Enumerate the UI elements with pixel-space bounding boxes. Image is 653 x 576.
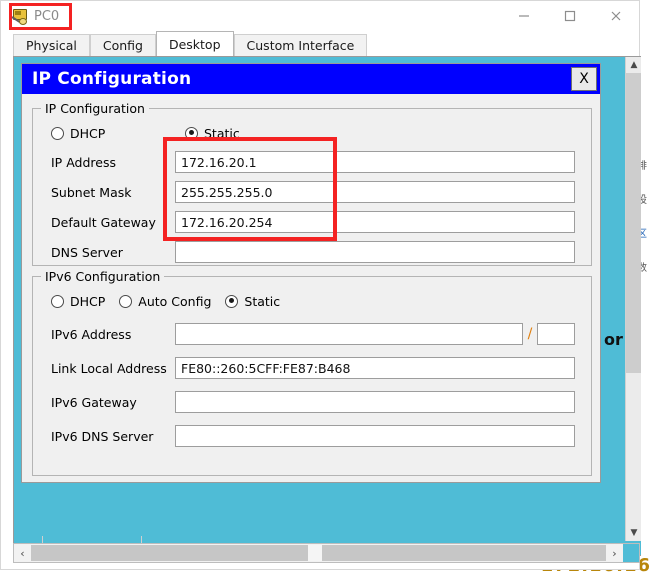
tab-label: Physical (26, 38, 77, 53)
ipv6-gateway-label: IPv6 Gateway (33, 395, 175, 410)
tab-label: Desktop (169, 37, 221, 52)
radio-label: Static (244, 294, 280, 309)
scroll-left-icon[interactable]: ‹ (14, 544, 31, 562)
ipv6-address-input[interactable] (175, 323, 523, 345)
ipv6-group-legend: IPv6 Configuration (41, 269, 164, 284)
scrollbar-thumb[interactable] (626, 73, 641, 373)
radio-label: DHCP (70, 126, 105, 141)
ipv6-address-label: IPv6 Address (33, 327, 175, 342)
ipv4-radio-static[interactable]: Static (185, 126, 240, 141)
link-local-address-label: Link Local Address (33, 361, 175, 376)
desktop-vertical-scrollbar[interactable]: ▲ ▼ (625, 57, 641, 541)
dialog-close-button[interactable]: X (571, 67, 597, 91)
prefix-separator: / (523, 326, 537, 342)
window-titlebar: PC0 (1, 1, 639, 31)
ipv4-radio-dhcp[interactable]: DHCP (33, 126, 185, 141)
scrollbar-corner (623, 544, 639, 562)
ipv6-configuration-group: IPv6 Configuration DHCP Auto Config Stat… (32, 276, 592, 476)
maximize-button[interactable] (547, 1, 593, 31)
link-local-address-row: Link Local Address FE80::260:5CFF:FE87:B… (33, 355, 575, 381)
radio-unselected-icon (51, 127, 64, 140)
ipv6-dns-server-input[interactable] (175, 425, 575, 447)
ipv6-dns-server-row: IPv6 DNS Server (33, 423, 575, 449)
radio-unselected-icon (51, 295, 64, 308)
scroll-up-icon[interactable]: ▲ (626, 57, 641, 73)
subnet-mask-row: Subnet Mask 255.255.255.0 (33, 179, 575, 205)
dialog-title: IP Configuration (32, 69, 191, 89)
window-controls (501, 1, 639, 31)
subnet-mask-input[interactable]: 255.255.255.0 (175, 181, 575, 203)
tab-config[interactable]: Config (90, 34, 156, 56)
subnet-mask-label: Subnet Mask (33, 185, 175, 200)
dns-server-label: DNS Server (33, 245, 175, 260)
link-local-address-input[interactable]: FE80::260:5CFF:FE87:B468 (175, 357, 575, 379)
dns-server-input[interactable] (175, 241, 575, 263)
ipv6-prefix-length-input[interactable] (537, 323, 575, 345)
radio-label: Static (204, 126, 240, 141)
window-title: PC0 (34, 9, 59, 24)
ip-configuration-dialog: IP Configuration X IP Configuration DHCP… (21, 63, 601, 483)
tab-desktop[interactable]: Desktop (156, 31, 234, 56)
minimize-button[interactable] (501, 1, 547, 31)
radio-selected-icon (225, 295, 238, 308)
scrollbar-track[interactable] (31, 545, 606, 561)
radio-label: DHCP (70, 294, 105, 309)
window-horizontal-scrollbar[interactable]: ‹ › (13, 543, 640, 563)
ipv6-radio-dhcp[interactable]: DHCP (33, 294, 105, 309)
ipv6-radio-static[interactable]: Static (225, 294, 280, 309)
ipv6-gateway-row: IPv6 Gateway (33, 389, 575, 415)
packet-tracer-device-window: PC0 Physical Config Desktop Custom Inter… (0, 0, 640, 570)
ipv6-dns-server-label: IPv6 DNS Server (33, 429, 175, 444)
tab-label: Custom Interface (247, 38, 355, 53)
ipv4-group-legend: IP Configuration (41, 101, 149, 116)
pc-device-icon (11, 9, 28, 24)
dns-server-row: DNS Server (33, 239, 575, 265)
radio-selected-icon (185, 127, 198, 140)
radio-label: Auto Config (138, 294, 211, 309)
ip-address-input[interactable]: 172.16.20.1 (175, 151, 575, 173)
default-gateway-label: Default Gateway (33, 215, 175, 230)
ipv6-radio-auto-config[interactable]: Auto Config (119, 294, 211, 309)
scrollbar-thumb[interactable] (308, 545, 322, 561)
ipv6-gateway-input[interactable] (175, 391, 575, 413)
close-button[interactable] (593, 1, 639, 31)
tab-custom-interface[interactable]: Custom Interface (234, 34, 368, 56)
radio-unselected-icon (119, 295, 132, 308)
background-text-fragment: or (604, 330, 623, 349)
ipv6-address-row: IPv6 Address / (33, 321, 575, 347)
ip-address-row: IP Address 172.16.20.1 (33, 149, 575, 175)
ipv6-mode-radios: DHCP Auto Config Static (33, 291, 280, 311)
ipv4-mode-radios: DHCP Static (33, 123, 240, 143)
dialog-titlebar: IP Configuration X (22, 64, 600, 94)
tab-physical[interactable]: Physical (13, 34, 90, 56)
scroll-right-icon[interactable]: › (606, 544, 623, 562)
ipv4-configuration-group: IP Configuration DHCP Static IP Address … (32, 108, 592, 266)
tab-label: Config (103, 38, 143, 53)
window-title-group: PC0 (11, 4, 59, 28)
scroll-down-icon[interactable]: ▼ (626, 525, 641, 541)
device-tabs: Physical Config Desktop Custom Interface (1, 31, 639, 56)
ip-address-label: IP Address (33, 155, 175, 170)
default-gateway-row: Default Gateway 172.16.20.254 (33, 209, 575, 235)
default-gateway-input[interactable]: 172.16.20.254 (175, 211, 575, 233)
